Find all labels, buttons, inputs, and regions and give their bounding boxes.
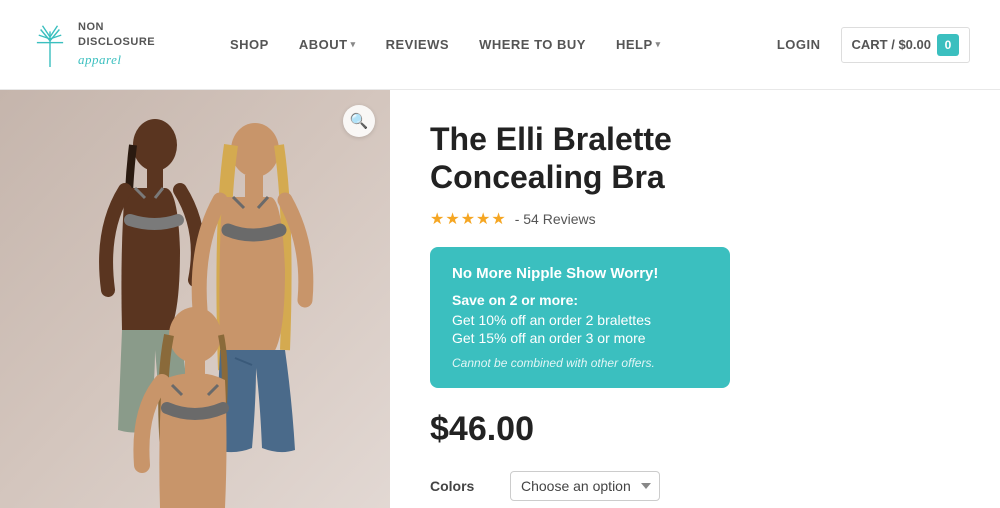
product-image-container: 🔍 — [0, 90, 390, 508]
logo[interactable]: NON DISCLOSURE apparel — [30, 20, 190, 69]
nav-shop[interactable]: SHOP — [230, 37, 269, 52]
help-arrow: ▾ — [656, 39, 661, 50]
main-content: 🔍 The Elli Bralette Concealing Bra ★★★★★… — [0, 90, 1000, 508]
nav-reviews[interactable]: REVIEWS — [386, 37, 449, 52]
promo-offer1: Get 10% off an order 2 bralettes — [452, 312, 708, 328]
site-header: NON DISCLOSURE apparel SHOP ABOUT ▾ REVI… — [0, 0, 1000, 90]
logo-line2: DISCLOSURE — [78, 36, 155, 48]
header-right: LOGIN CART / $0.00 0 — [777, 27, 970, 63]
about-arrow: ▾ — [351, 39, 356, 50]
promo-save-label: Save on 2 or more: — [452, 292, 708, 308]
nav-about[interactable]: ABOUT ▾ — [299, 37, 356, 52]
cart-label: CART / $0.00 — [852, 37, 931, 52]
product-title: The Elli Bralette Concealing Bra — [430, 120, 960, 197]
product-price: $46.00 — [430, 410, 960, 449]
colors-label: Colors — [430, 478, 490, 494]
promo-offer2: Get 15% off an order 3 or more — [452, 330, 708, 346]
login-link[interactable]: LOGIN — [777, 37, 821, 52]
product-details: The Elli Bralette Concealing Bra ★★★★★ -… — [390, 90, 1000, 508]
reviews-row: ★★★★★ - 54 Reviews — [430, 209, 960, 229]
cart-count-badge: 0 — [937, 34, 959, 56]
reviews-count[interactable]: - 54 Reviews — [515, 211, 596, 227]
cart-button[interactable]: CART / $0.00 0 — [841, 27, 970, 63]
main-nav: SHOP ABOUT ▾ REVIEWS WHERE TO BUY HELP ▾ — [230, 37, 777, 52]
nav-where-to-buy[interactable]: WHERE TO BUY — [479, 37, 586, 52]
colors-row: Colors Choose an option — [430, 471, 960, 501]
promo-box: No More Nipple Show Worry! Save on 2 or … — [430, 247, 730, 388]
colors-select[interactable]: Choose an option — [510, 471, 660, 501]
promo-headline: No More Nipple Show Worry! — [452, 265, 708, 282]
promo-disclaimer: Cannot be combined with other offers. — [452, 356, 708, 370]
nav-help[interactable]: HELP ▾ — [616, 37, 661, 52]
product-title-line2: Concealing Bra — [430, 159, 665, 195]
logo-text-block: NON DISCLOSURE apparel — [78, 20, 155, 69]
product-image-bg — [0, 90, 390, 508]
zoom-icon: 🔍 — [350, 112, 369, 130]
zoom-button[interactable]: 🔍 — [343, 105, 375, 137]
product-title-line1: The Elli Bralette — [430, 121, 672, 157]
stars[interactable]: ★★★★★ — [430, 209, 507, 229]
logo-icon — [30, 22, 70, 67]
logo-apparel: apparel — [78, 52, 121, 67]
logo-line1: NON — [78, 21, 104, 33]
product-figures-svg — [0, 90, 390, 508]
